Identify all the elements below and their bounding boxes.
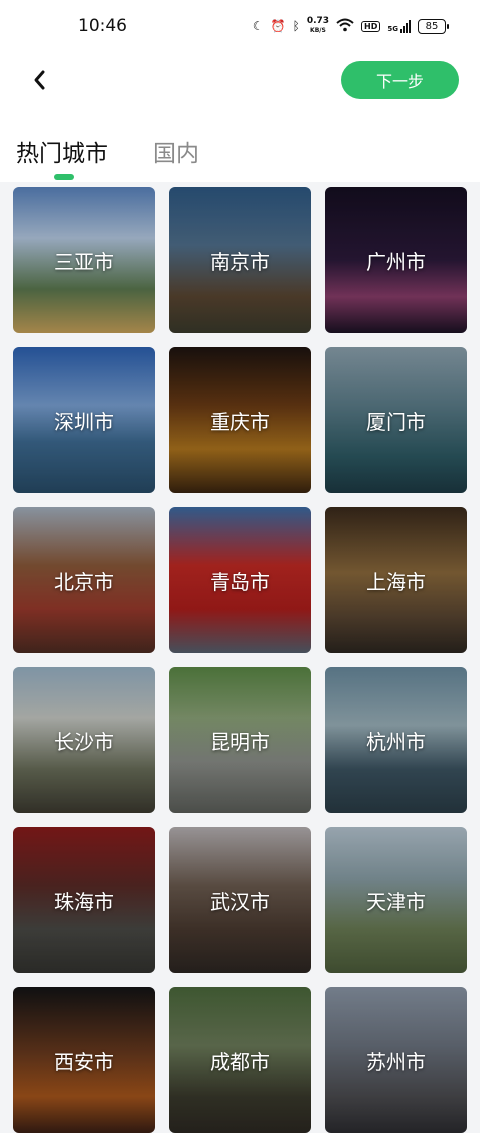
back-button[interactable]: [26, 66, 54, 94]
city-card[interactable]: 苏州市: [325, 987, 467, 1133]
city-card[interactable]: 上海市: [325, 507, 467, 653]
city-card[interactable]: 珠海市: [13, 827, 155, 973]
city-name: 成都市: [210, 1049, 270, 1074]
city-name: 重庆市: [210, 409, 270, 434]
signal-label: 5G: [387, 24, 398, 33]
city-card[interactable]: 广州市: [325, 187, 467, 333]
status-bar: 10:46 ☾ ⏰ ᛒ 0.73 KB/S HD 5G 85: [0, 0, 480, 52]
city-name: 杭州市: [366, 729, 426, 754]
chevron-left-icon: [34, 70, 45, 90]
city-card[interactable]: 成都市: [169, 987, 311, 1133]
city-name: 苏州市: [366, 1049, 426, 1074]
tab-hot-cities[interactable]: 热门城市: [16, 134, 108, 168]
city-name: 天津市: [366, 889, 426, 914]
city-card[interactable]: 西安市: [13, 987, 155, 1133]
city-card[interactable]: 杭州市: [325, 667, 467, 813]
city-name: 上海市: [366, 569, 426, 594]
city-name: 西安市: [54, 1049, 114, 1074]
header: 下一步 热门城市 国内: [0, 52, 480, 182]
tab-domestic[interactable]: 国内: [153, 134, 199, 168]
city-card[interactable]: 长沙市: [13, 667, 155, 813]
city-name: 武汉市: [210, 889, 270, 914]
network-speed-value: 0.73: [306, 16, 330, 26]
city-name: 北京市: [54, 569, 114, 594]
city-name: 青岛市: [210, 569, 270, 594]
city-name: 厦门市: [366, 409, 426, 434]
next-step-button[interactable]: 下一步: [341, 61, 459, 99]
city-card[interactable]: 厦门市: [325, 347, 467, 493]
city-name: 昆明市: [210, 729, 270, 754]
battery-icon: 85: [418, 18, 449, 34]
city-card[interactable]: 重庆市: [169, 347, 311, 493]
city-card[interactable]: 天津市: [325, 827, 467, 973]
city-name: 珠海市: [54, 889, 114, 914]
city-name: 深圳市: [54, 409, 114, 434]
moon-icon: ☾: [252, 19, 264, 33]
alarm-icon: ⏰: [270, 19, 286, 33]
hd-badge: HD: [361, 20, 381, 32]
city-card[interactable]: 青岛市: [169, 507, 311, 653]
signal-icon: 5G: [387, 19, 411, 33]
city-card[interactable]: 北京市: [13, 507, 155, 653]
status-time: 10:46: [78, 16, 127, 36]
city-card[interactable]: 三亚市: [13, 187, 155, 333]
status-icons: ☾ ⏰ ᛒ 0.73 KB/S HD 5G 85: [252, 17, 449, 35]
bluetooth-icon: ᛒ: [292, 19, 300, 33]
tab-indicator: [54, 174, 74, 180]
wifi-icon: [336, 18, 354, 35]
city-name: 广州市: [366, 249, 426, 274]
city-name: 长沙市: [54, 729, 114, 754]
city-card[interactable]: 武汉市: [169, 827, 311, 973]
city-name: 南京市: [210, 249, 270, 274]
city-card[interactable]: 深圳市: [13, 347, 155, 493]
city-grid: 三亚市 南京市 广州市 深圳市 重庆市 厦门市 北京市 青岛市 上海市 长沙市 …: [13, 187, 467, 1133]
network-speed: 0.73 KB/S: [307, 17, 329, 35]
city-card[interactable]: 昆明市: [169, 667, 311, 813]
city-card[interactable]: 南京市: [169, 187, 311, 333]
network-speed-unit: KB/S: [310, 27, 326, 34]
city-name: 三亚市: [54, 249, 114, 274]
